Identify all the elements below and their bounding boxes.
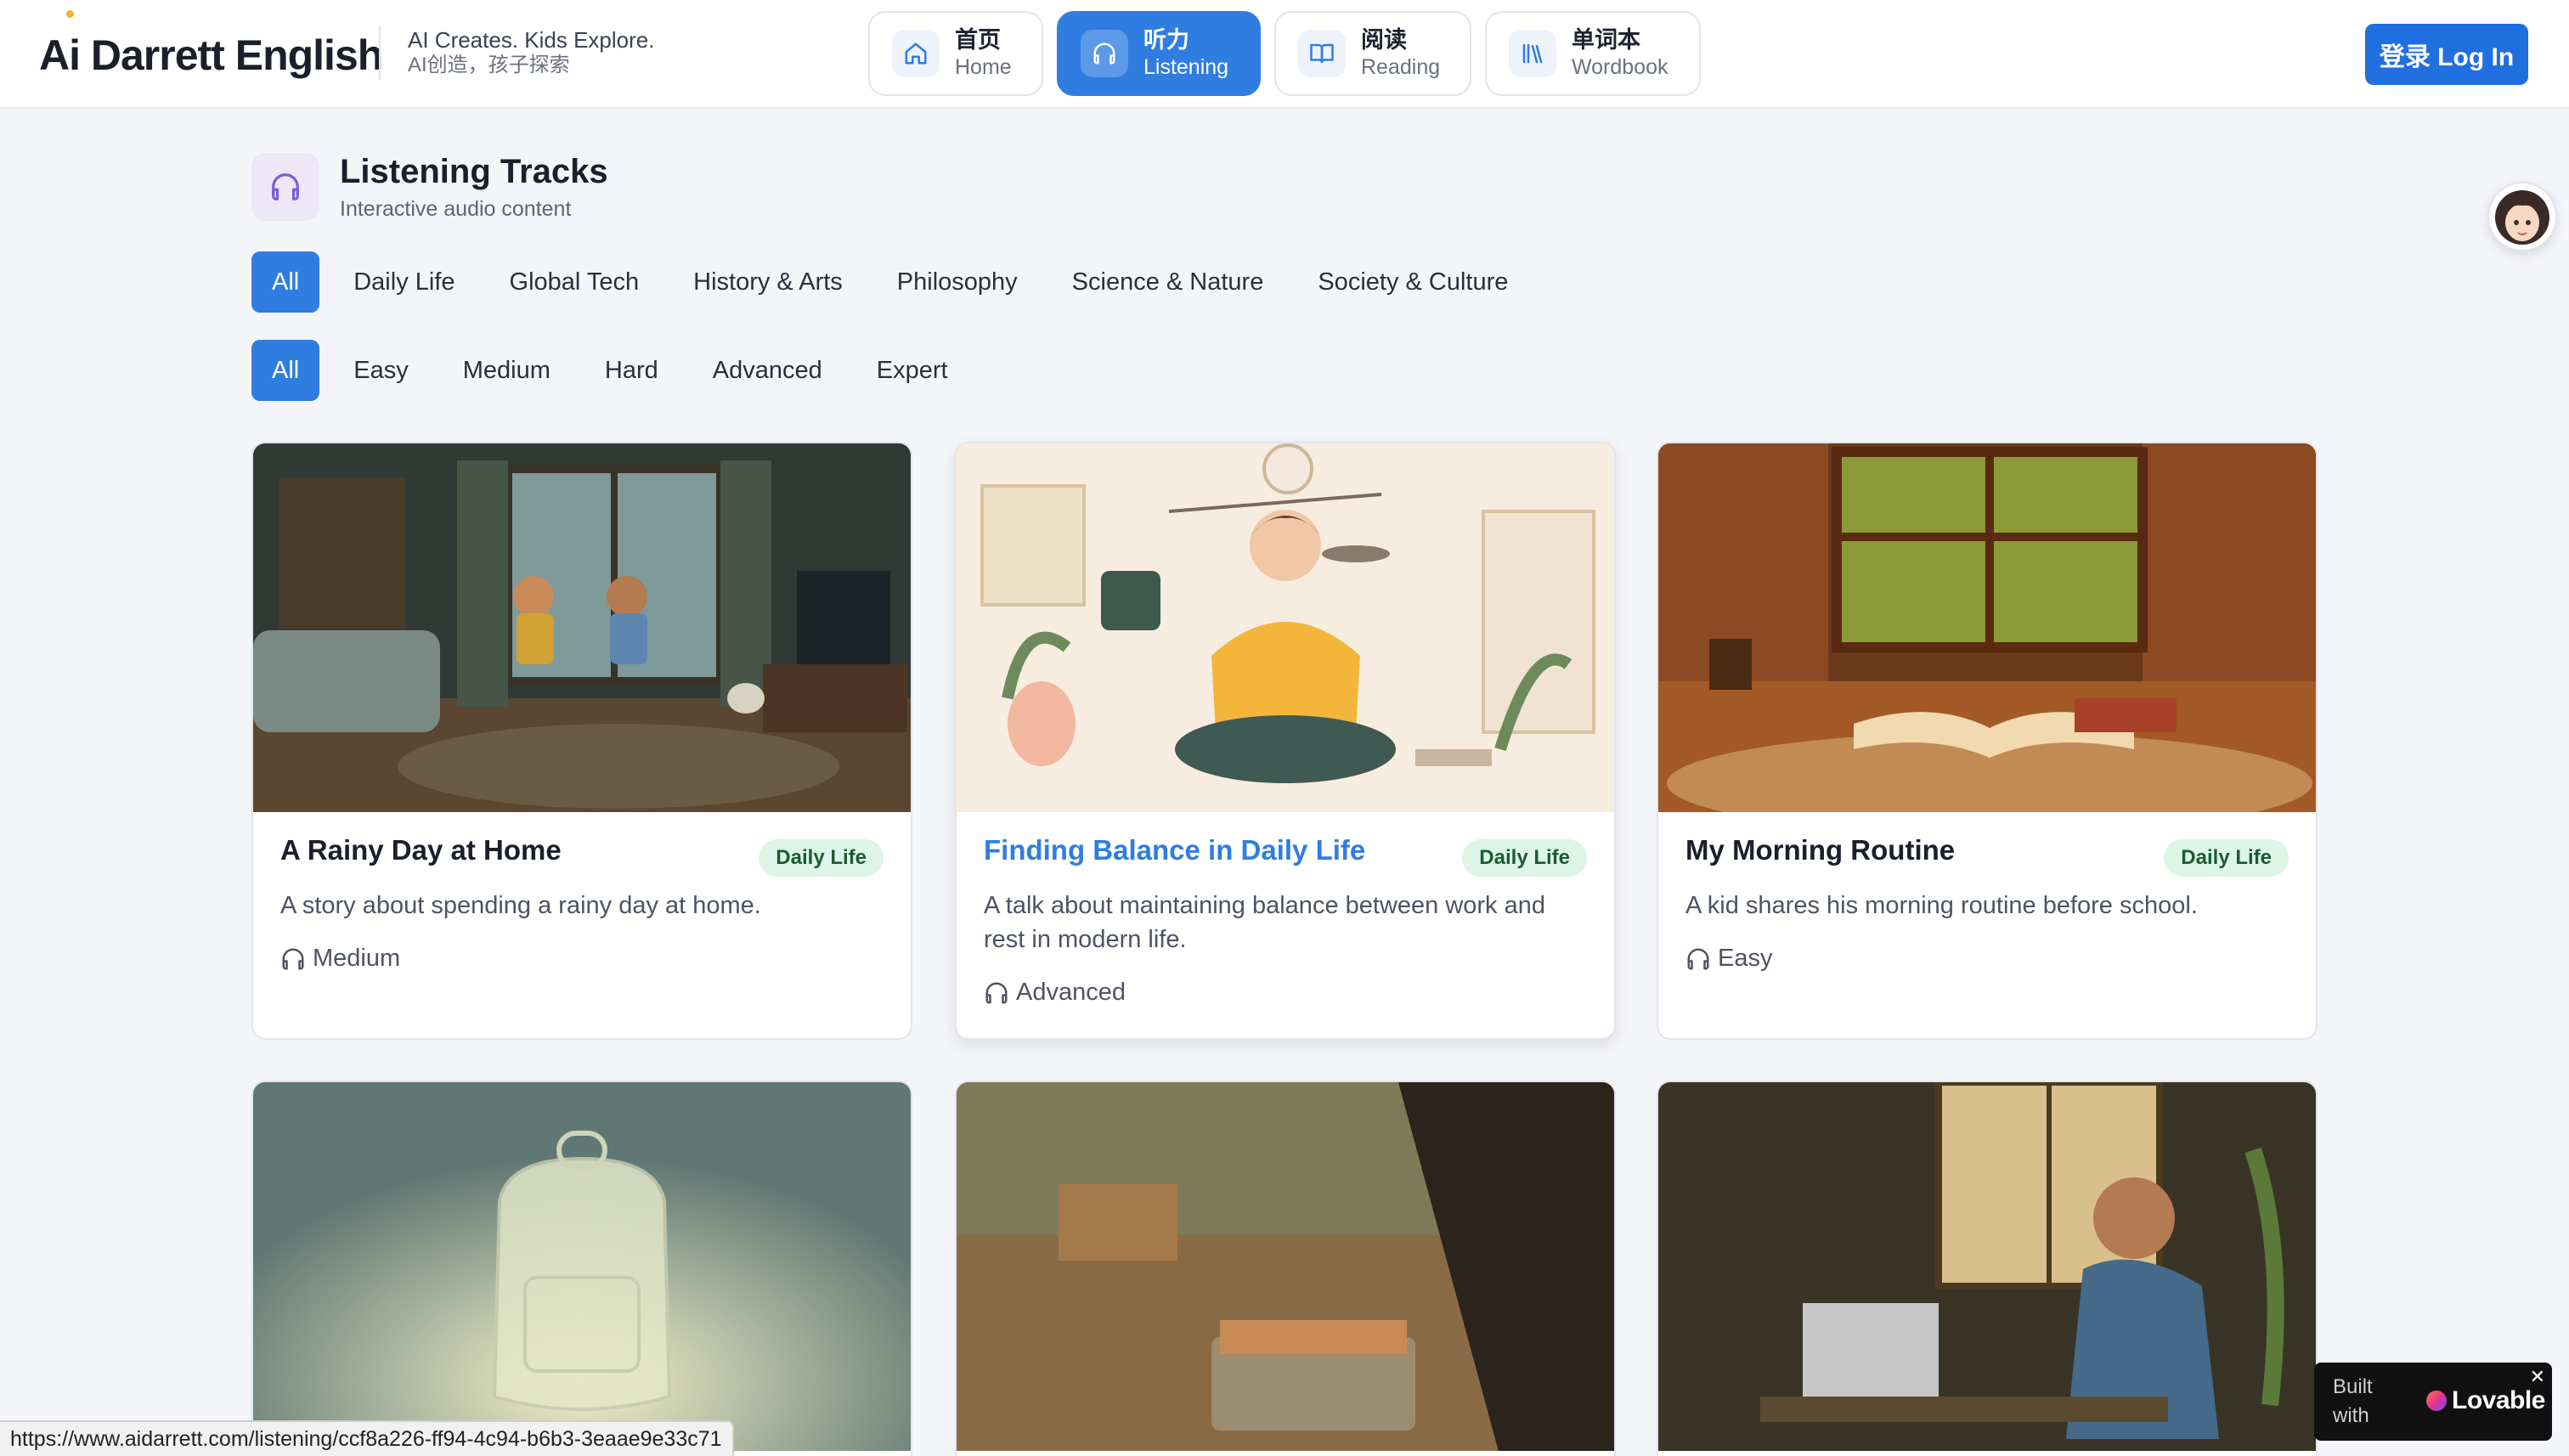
track-card[interactable] bbox=[251, 1081, 912, 1456]
track-card[interactable] bbox=[955, 1081, 1616, 1456]
nav-reading[interactable]: 阅读 Reading bbox=[1274, 11, 1471, 96]
track-thumbnail bbox=[957, 1082, 1614, 1451]
nav-listening-zh: 听力 bbox=[1143, 27, 1189, 53]
lunchbox-bench-illustration bbox=[957, 1082, 1614, 1451]
category-filter-society-culture[interactable]: Society & Culture bbox=[1297, 251, 1528, 313]
slogan: AI Creates. Kids Explore. AI创造，孩子探索 bbox=[408, 27, 654, 78]
logo-divider bbox=[379, 25, 381, 80]
category-filter-all[interactable]: All bbox=[251, 251, 320, 313]
nav-listening[interactable]: 听力 Listening bbox=[1057, 11, 1261, 96]
slogan-en: AI Creates. Kids Explore. bbox=[408, 27, 655, 53]
track-thumbnail bbox=[957, 443, 1614, 812]
track-level-label: Easy bbox=[1718, 945, 1773, 972]
library-icon bbox=[1509, 30, 1556, 77]
home-icon bbox=[892, 30, 940, 77]
track-level: Medium bbox=[280, 945, 400, 973]
headphones-icon bbox=[282, 948, 304, 969]
nav-home-en: Home bbox=[955, 55, 1012, 79]
level-filter-easy[interactable]: Easy bbox=[333, 340, 428, 401]
lovable-badge[interactable]: Built with Lovable ✕ bbox=[2314, 1363, 2552, 1441]
balance-illustration bbox=[957, 443, 1614, 812]
track-title[interactable]: My Morning Routine bbox=[1685, 834, 1955, 866]
top-header: Ai Darrett English AI Creates. Kids Expl… bbox=[0, 0, 2569, 109]
track-title[interactable]: Finding Balance in Daily Life bbox=[984, 834, 1365, 866]
nav-wordbook[interactable]: 单词本 Wordbook bbox=[1485, 11, 1701, 96]
nav-wordbook-zh: 单词本 bbox=[1572, 27, 1640, 53]
level-filter-advanced[interactable]: Advanced bbox=[692, 340, 843, 401]
nav-listening-en: Listening bbox=[1143, 55, 1229, 79]
track-card[interactable]: A Rainy Day at Home Daily Life A story a… bbox=[251, 442, 912, 1040]
headphones-icon bbox=[251, 153, 319, 221]
site-logo[interactable]: Ai Darrett English bbox=[39, 10, 383, 92]
headphones-icon bbox=[1081, 30, 1128, 77]
logo-dot-icon bbox=[66, 10, 74, 18]
nav-home-zh: 首页 bbox=[955, 27, 1001, 53]
close-icon[interactable]: ✕ bbox=[2530, 1366, 2545, 1388]
rainy-room-illustration bbox=[253, 443, 911, 812]
level-filter-medium[interactable]: Medium bbox=[443, 340, 571, 401]
lovable-built-with: Built with bbox=[2333, 1375, 2373, 1427]
nav-reading-en: Reading bbox=[1361, 55, 1441, 79]
category-badge: Daily Life bbox=[1462, 839, 1587, 877]
track-description: A kid shares his morning routine before … bbox=[1685, 892, 2198, 919]
nav-wordbook-en: Wordbook bbox=[1572, 55, 1668, 79]
avatar[interactable] bbox=[2487, 182, 2557, 251]
lovable-brand: Lovable bbox=[2426, 1386, 2545, 1415]
track-description: A talk about maintaining balance between… bbox=[984, 892, 1545, 953]
track-thumbnail bbox=[1658, 443, 2316, 812]
category-filter-global-tech[interactable]: Global Tech bbox=[489, 251, 660, 313]
category-filter-bar: All Daily Life Global Tech History & Art… bbox=[251, 251, 1542, 313]
nav-reading-zh: 阅读 bbox=[1361, 27, 1407, 53]
backpack-illustration bbox=[253, 1082, 911, 1451]
track-card[interactable]: My Morning Routine Daily Life A kid shar… bbox=[1657, 442, 2318, 1040]
category-badge: Daily Life bbox=[2164, 839, 2289, 877]
track-title[interactable]: A Rainy Day at Home bbox=[280, 834, 562, 866]
category-badge: Daily Life bbox=[759, 839, 884, 877]
track-level: Easy bbox=[1685, 945, 1772, 973]
category-filter-science-nature[interactable]: Science & Nature bbox=[1052, 251, 1284, 313]
track-thumbnail bbox=[253, 443, 911, 812]
logo-text: Ai Darrett English bbox=[39, 31, 383, 79]
level-filter-expert[interactable]: Expert bbox=[856, 340, 968, 401]
track-level-label: Advanced bbox=[1016, 979, 1126, 1006]
slogan-zh: AI创造，孩子探索 bbox=[408, 54, 570, 76]
category-filter-daily-life[interactable]: Daily Life bbox=[333, 251, 475, 313]
level-filter-hard[interactable]: Hard bbox=[584, 340, 679, 401]
headphones-icon bbox=[985, 982, 1008, 1003]
track-level-label: Medium bbox=[313, 945, 401, 972]
category-filter-philosophy[interactable]: Philosophy bbox=[877, 251, 1038, 313]
page-subtitle: Interactive audio content bbox=[340, 197, 572, 221]
level-filter-bar: All Easy Medium Hard Advanced Expert bbox=[251, 340, 982, 401]
headphones-icon bbox=[1687, 948, 1709, 969]
laptop-work-illustration bbox=[1658, 1082, 2316, 1451]
track-thumbnail bbox=[1658, 1082, 2316, 1451]
nav-home[interactable]: 首页 Home bbox=[868, 11, 1043, 96]
morning-room-illustration bbox=[1658, 443, 2316, 812]
status-bar-url: https://www.aidarrett.com/listening/ccf8… bbox=[0, 1420, 734, 1456]
page-title: Listening Tracks bbox=[340, 153, 608, 190]
track-card[interactable]: Finding Balance in Daily Life Daily Life… bbox=[955, 442, 1616, 1040]
avatar-face-icon bbox=[2495, 190, 2549, 245]
book-open-icon bbox=[1298, 30, 1346, 77]
track-thumbnail bbox=[253, 1082, 911, 1451]
level-filter-all[interactable]: All bbox=[251, 340, 320, 401]
category-filter-history-arts[interactable]: History & Arts bbox=[673, 251, 863, 313]
track-card[interactable] bbox=[1657, 1081, 2318, 1456]
track-description: A story about spending a rainy day at ho… bbox=[280, 892, 761, 919]
track-level: Advanced bbox=[984, 979, 1126, 1007]
lovable-heart-icon bbox=[2426, 1391, 2447, 1411]
login-button[interactable]: 登录 Log In bbox=[2365, 24, 2528, 85]
